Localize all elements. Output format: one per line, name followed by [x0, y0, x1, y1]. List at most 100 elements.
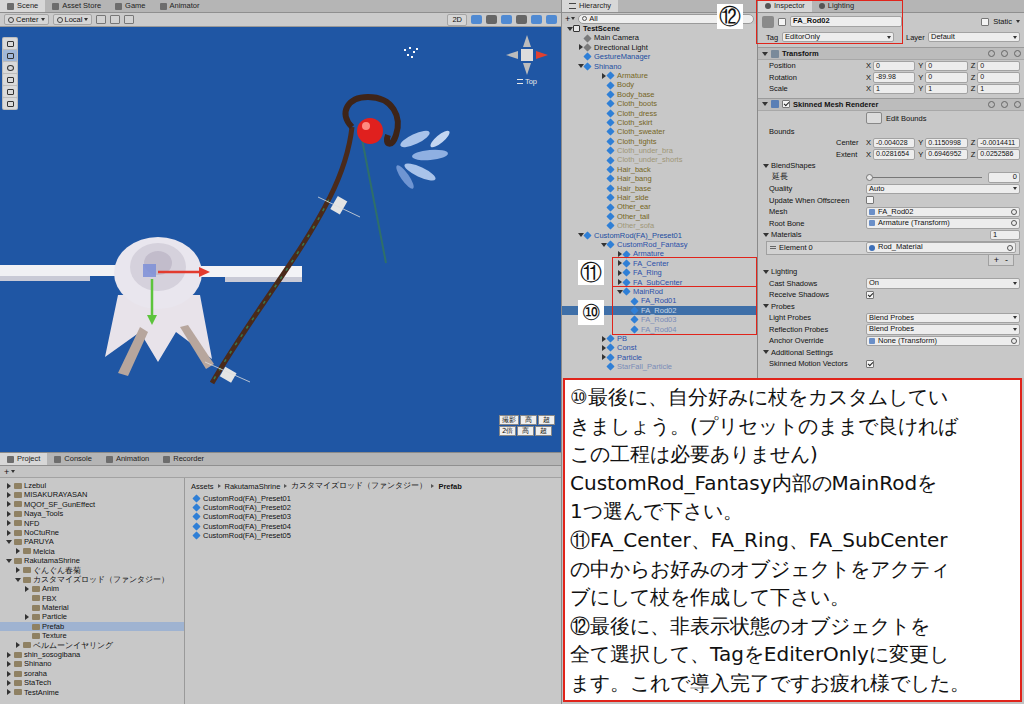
- hierarchy-label[interactable]: Cloth_skirt: [617, 118, 652, 127]
- foldout-arrow[interactable]: [761, 100, 768, 108]
- hierarchy-row[interactable]: Particle: [562, 353, 757, 362]
- tab-label[interactable]: Asset Store: [62, 0, 101, 12]
- increment-icon[interactable]: [124, 15, 134, 24]
- file-label[interactable]: CustomRod(FA)_Preset01: [203, 494, 291, 503]
- folder-label[interactable]: Melcia: [33, 547, 55, 556]
- hierarchy-label[interactable]: Cloth_sweater: [617, 127, 665, 136]
- file-row[interactable]: CustomRod(FA)_Preset01: [191, 494, 561, 503]
- number-field[interactable]: 1: [925, 84, 967, 95]
- component-title[interactable]: Skinned Mesh Renderer: [793, 100, 878, 109]
- foldout-arrow[interactable]: [23, 585, 30, 593]
- folder-row[interactable]: Material: [0, 603, 184, 612]
- hierarchy-label[interactable]: Armature: [617, 71, 648, 80]
- more-icon[interactable]: [1014, 50, 1021, 57]
- folder-row[interactable]: カスタマイズロッド（ファンタジー）: [0, 575, 184, 584]
- folder-row[interactable]: soraha: [0, 669, 184, 678]
- hierarchy-label[interactable]: Armature: [633, 249, 664, 258]
- foldout-label[interactable]: Materials: [771, 230, 801, 239]
- move-tool-icon[interactable]: [3, 50, 17, 61]
- folder-row[interactable]: Melcia: [0, 547, 184, 556]
- hierarchy-row[interactable]: Other_ear: [562, 202, 757, 211]
- preset-icon[interactable]: [1001, 50, 1008, 57]
- hierarchy-label[interactable]: Directional Light: [594, 43, 648, 52]
- hierarchy-row[interactable]: Shinano: [562, 62, 757, 71]
- file-row[interactable]: CustomRod(FA)_Preset03: [191, 512, 561, 521]
- foldout-arrow[interactable]: [5, 688, 12, 696]
- foldout-arrow[interactable]: [761, 50, 768, 58]
- dropdown-value[interactable]: Blend Probes: [869, 314, 914, 323]
- hierarchy-row[interactable]: PB: [562, 334, 757, 343]
- foldout-label[interactable]: Probes: [771, 302, 795, 311]
- hierarchy-label[interactable]: Const: [617, 343, 637, 352]
- folder-row[interactable]: TestAnime: [0, 688, 184, 697]
- foldout-label[interactable]: BlendShapes: [771, 161, 816, 170]
- scene-viewport[interactable]: Top 撮影高超2倍高超: [0, 27, 561, 452]
- foldout-label[interactable]: Lighting: [771, 267, 797, 276]
- view-label[interactable]: Top: [525, 77, 537, 86]
- folder-label[interactable]: Naya_Tools: [24, 509, 63, 518]
- tab-label[interactable]: Animation: [116, 453, 149, 465]
- hierarchy-row[interactable]: Hair_bang: [562, 174, 757, 183]
- number-field[interactable]: 0.6946952: [925, 149, 967, 160]
- orientation-gizmo[interactable]: Top: [495, 27, 559, 97]
- scene-tab[interactable]: Scene: [0, 0, 45, 12]
- folder-label[interactable]: Prefab: [42, 622, 64, 631]
- file-label[interactable]: CustomRod(FA)_Preset03: [203, 512, 291, 521]
- hierarchy-label[interactable]: Hair_back: [617, 165, 651, 174]
- hierarchy-row[interactable]: Const: [562, 343, 757, 352]
- number-field[interactable]: 0.0252586: [977, 149, 1020, 160]
- overlay-button[interactable]: 超: [538, 415, 555, 425]
- 2d-label[interactable]: 2D: [452, 15, 462, 24]
- component-title[interactable]: Transform: [782, 49, 819, 58]
- hierarchy-row[interactable]: GestureManager: [562, 52, 757, 61]
- hierarchy-label[interactable]: TestScene: [583, 24, 620, 33]
- hierarchy-row[interactable]: CustomRod_Fantasy: [562, 240, 757, 249]
- slider-value[interactable]: 0: [988, 172, 1020, 183]
- hierarchy-row[interactable]: Cloth_skirt: [562, 118, 757, 127]
- foldout-arrow[interactable]: [762, 231, 769, 239]
- effects-icon[interactable]: [501, 15, 512, 24]
- folder-label[interactable]: ぐんぐん春菊: [33, 566, 81, 575]
- foldout-arrow[interactable]: [5, 538, 12, 546]
- help-icon[interactable]: [988, 50, 995, 57]
- picker-icon[interactable]: [1011, 209, 1017, 215]
- folder-row[interactable]: Lzebul: [0, 481, 184, 490]
- hierarchy-label[interactable]: FA_Ring: [633, 268, 662, 277]
- pivot-dropdown-label[interactable]: Center: [16, 15, 39, 24]
- hierarchy-label[interactable]: Hair_side: [617, 193, 649, 202]
- add-button[interactable]: +: [994, 255, 999, 265]
- hierarchy-label[interactable]: GestureManager: [594, 52, 650, 61]
- overlay-button[interactable]: 高: [520, 415, 537, 425]
- number-field[interactable]: -89.98: [873, 72, 915, 83]
- scene-tab[interactable]: Animator: [153, 0, 207, 12]
- hierarchy-label[interactable]: Cloth_boots: [617, 99, 657, 108]
- hierarchy-row[interactable]: FA_Rod04: [562, 325, 757, 334]
- hierarchy-label[interactable]: Body_base: [617, 90, 655, 99]
- foldout-arrow[interactable]: [5, 679, 12, 687]
- folder-row[interactable]: Naya_Tools: [0, 509, 184, 518]
- create-button[interactable]: +: [4, 467, 15, 477]
- rotate-tool-icon[interactable]: [3, 62, 17, 73]
- folder-label[interactable]: MISAKURAYASAN: [24, 490, 88, 499]
- dropdown[interactable]: Blend Probes: [866, 324, 1020, 335]
- overlay-button[interactable]: 2倍: [499, 426, 516, 436]
- checkbox[interactable]: [866, 360, 874, 368]
- edit-bounds-label[interactable]: Edit Bounds: [886, 114, 926, 123]
- hierarchy-row[interactable]: Cloth_dress: [562, 109, 757, 118]
- foldout-arrow[interactable]: [5, 529, 12, 537]
- hierarchy-row[interactable]: Cloth_under_bra: [562, 146, 757, 155]
- component-header[interactable]: Skinned Mesh Renderer: [758, 98, 1024, 111]
- folder-row[interactable]: RakutamaShrine: [0, 556, 184, 565]
- hierarchy-row[interactable]: Hair_base: [562, 184, 757, 193]
- hierarchy-row[interactable]: Directional Light: [562, 43, 757, 52]
- slider-track[interactable]: [866, 174, 982, 181]
- folder-row[interactable]: Shinano: [0, 659, 184, 668]
- dropdown[interactable]: Blend Probes: [866, 313, 1020, 324]
- object-field[interactable]: None (Transform): [866, 336, 1020, 347]
- hierarchy-label[interactable]: Other_ear: [617, 202, 651, 211]
- more-icon[interactable]: [1014, 101, 1021, 108]
- hierarchy-label[interactable]: Hair_base: [617, 184, 651, 193]
- number-field[interactable]: -0.004028: [873, 138, 915, 149]
- foldout-arrow[interactable]: [762, 348, 769, 356]
- hierarchy-row[interactable]: Body_base: [562, 90, 757, 99]
